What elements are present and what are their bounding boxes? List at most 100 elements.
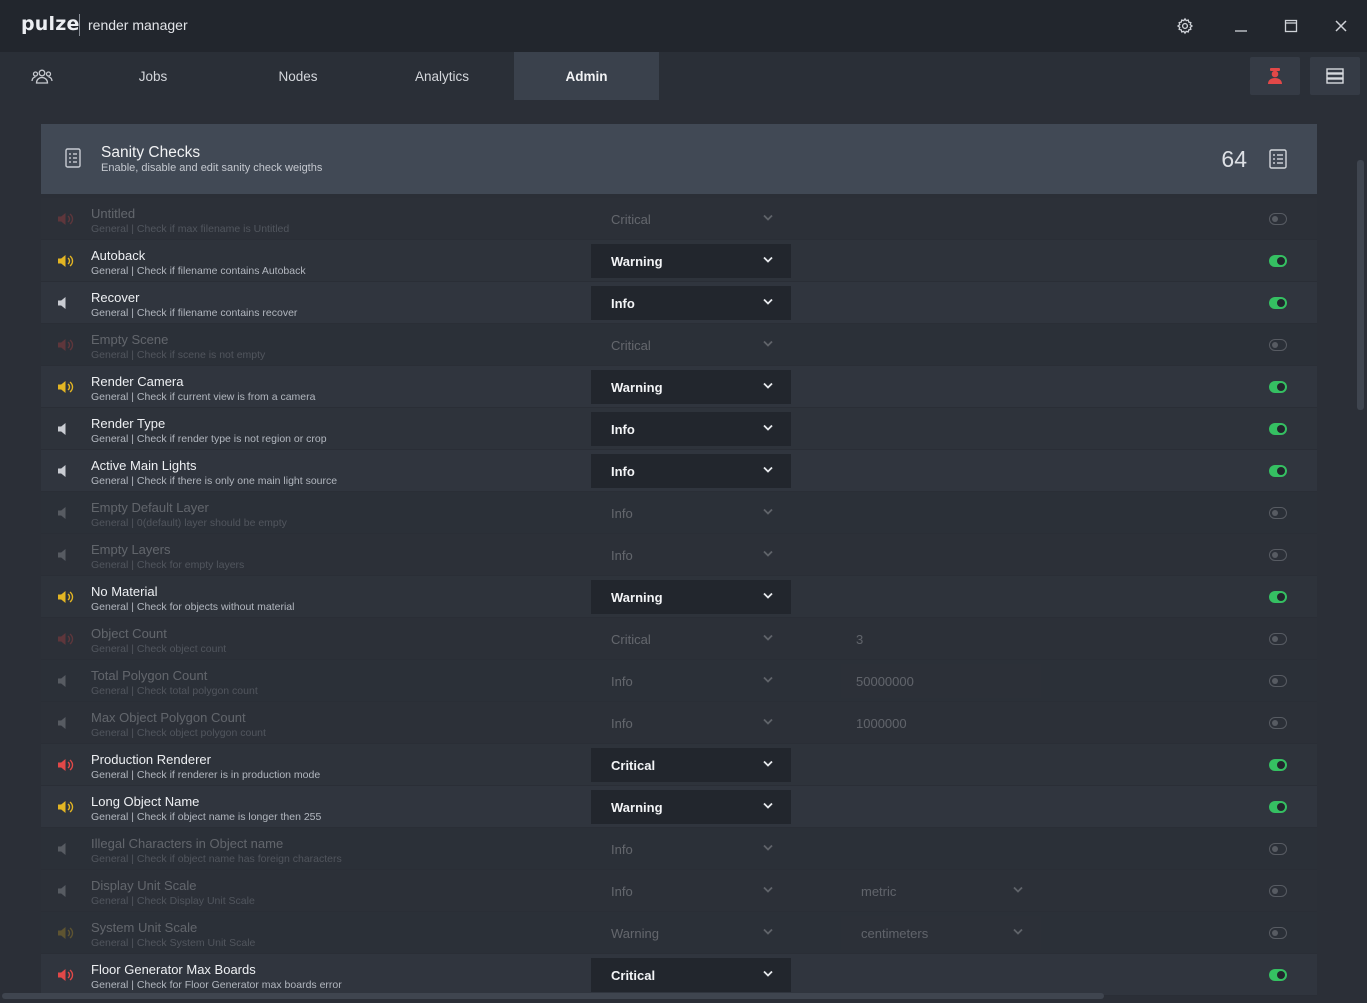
- enable-toggle[interactable]: [1269, 759, 1287, 771]
- user-profile-button[interactable]: [1250, 57, 1300, 95]
- page-title: Sanity Checks: [101, 144, 201, 161]
- speaker-icon: [58, 843, 66, 855]
- enable-toggle[interactable]: [1269, 297, 1287, 309]
- check-description: General | Check for Floor Generator max …: [91, 979, 342, 991]
- users-nav-button[interactable]: [28, 64, 56, 88]
- vertical-scrollbar[interactable]: [1357, 160, 1364, 410]
- sanity-check-row: Total Polygon Count General | Check total…: [41, 660, 1317, 702]
- severity-select[interactable]: Info: [591, 454, 791, 488]
- severity-select[interactable]: Critical: [591, 958, 791, 992]
- enable-toggle[interactable]: [1269, 717, 1287, 729]
- severity-select[interactable]: Info: [591, 538, 791, 572]
- threshold-input[interactable]: 1000000: [841, 706, 1041, 740]
- severity-select[interactable]: Info: [591, 496, 791, 530]
- severity-select[interactable]: Info: [591, 412, 791, 446]
- enable-toggle[interactable]: [1269, 843, 1287, 855]
- check-title: System Unit Scale: [91, 920, 198, 935]
- tab-nodes[interactable]: Nodes: [228, 52, 368, 100]
- tab-jobs[interactable]: Jobs: [83, 52, 223, 100]
- check-description: General | Check Display Unit Scale: [91, 895, 255, 907]
- severity-select[interactable]: Info: [591, 286, 791, 320]
- chevron-down-icon: [763, 886, 773, 893]
- minimize-button[interactable]: [1227, 12, 1255, 40]
- speaker-icon: [58, 885, 66, 897]
- enable-toggle[interactable]: [1269, 465, 1287, 477]
- check-description: General | Check if max filename is Untit…: [91, 223, 290, 235]
- threshold-input[interactable]: 50000000: [841, 664, 1041, 698]
- page-subtitle: Enable, disable and edit sanity check we…: [101, 162, 323, 174]
- severity-select[interactable]: Critical: [591, 328, 791, 362]
- enable-toggle[interactable]: [1269, 423, 1287, 435]
- severity-select[interactable]: Warning: [591, 790, 791, 824]
- chevron-down-icon: [763, 634, 773, 641]
- sanity-check-row: No Material General | Check for objects w…: [41, 576, 1317, 618]
- check-description: General | Check object polygon count: [91, 727, 266, 739]
- check-title: Empty Layers: [91, 542, 171, 557]
- sanity-check-row: System Unit Scale General | Check System …: [41, 912, 1317, 954]
- chevron-down-icon: [1013, 886, 1023, 893]
- unit-select[interactable]: centimeters: [841, 916, 1041, 950]
- severity-select[interactable]: Info: [591, 874, 791, 908]
- settings-button[interactable]: [1171, 12, 1199, 40]
- enable-toggle[interactable]: [1269, 885, 1287, 897]
- severity-select[interactable]: Info: [591, 706, 791, 740]
- enable-toggle[interactable]: [1269, 591, 1287, 603]
- speaker-icon: [58, 549, 66, 561]
- enable-toggle[interactable]: [1269, 675, 1287, 687]
- severity-select[interactable]: Critical: [591, 202, 791, 236]
- speaker-icon: [58, 465, 66, 477]
- unit-select[interactable]: metric: [841, 874, 1041, 908]
- enable-toggle[interactable]: [1269, 213, 1287, 225]
- enable-toggle[interactable]: [1269, 927, 1287, 939]
- chevron-down-icon: [763, 718, 773, 725]
- speaker-icon: [58, 717, 66, 729]
- enable-toggle[interactable]: [1269, 801, 1287, 813]
- check-description: General | Check if filename contains Aut…: [91, 265, 306, 277]
- sanity-check-row: Empty Default Layer General | 0(default) …: [41, 492, 1317, 534]
- check-title: Long Object Name: [91, 794, 200, 809]
- chevron-down-icon: [763, 802, 773, 809]
- severity-select[interactable]: Info: [591, 832, 791, 866]
- severity-select[interactable]: Critical: [591, 748, 791, 782]
- severity-select[interactable]: Info: [591, 664, 791, 698]
- server-button[interactable]: [1310, 57, 1360, 95]
- enable-toggle[interactable]: [1269, 633, 1287, 645]
- severity-select[interactable]: Critical: [591, 622, 791, 656]
- severity-value: Info: [611, 883, 633, 899]
- severity-select[interactable]: Warning: [591, 580, 791, 614]
- sanity-check-row: Production Renderer General | Check if re…: [41, 744, 1317, 786]
- speaker-icon: [58, 423, 66, 435]
- enable-toggle[interactable]: [1269, 339, 1287, 351]
- severity-value: Critical: [611, 211, 651, 227]
- enable-toggle[interactable]: [1269, 381, 1287, 393]
- enable-toggle[interactable]: [1269, 969, 1287, 981]
- severity-value: Critical: [611, 337, 651, 353]
- tab-admin[interactable]: Admin: [514, 52, 659, 100]
- severity-select[interactable]: Warning: [591, 244, 791, 278]
- list-icon[interactable]: [1269, 149, 1287, 169]
- speaker-icon: [58, 969, 74, 981]
- maximize-button[interactable]: [1277, 12, 1305, 40]
- horizontal-scrollbar[interactable]: [2, 993, 1104, 999]
- severity-select[interactable]: Warning: [591, 370, 791, 404]
- severity-value: Critical: [611, 631, 651, 647]
- enable-toggle[interactable]: [1269, 549, 1287, 561]
- severity-value: Warning: [611, 925, 659, 941]
- speaker-icon: [58, 213, 74, 225]
- minimize-icon: [1235, 30, 1247, 32]
- check-description: General | Check total polygon count: [91, 685, 258, 697]
- tab-analytics[interactable]: Analytics: [372, 52, 512, 100]
- speaker-icon: [58, 297, 66, 309]
- enable-toggle[interactable]: [1269, 507, 1287, 519]
- enable-toggle[interactable]: [1269, 255, 1287, 267]
- checks-count: 64: [1221, 146, 1247, 172]
- speaker-icon: [58, 339, 74, 351]
- check-title: Active Main Lights: [91, 458, 197, 473]
- close-button[interactable]: [1327, 12, 1355, 40]
- chevron-down-icon: [763, 214, 773, 221]
- chevron-down-icon: [763, 340, 773, 347]
- severity-select[interactable]: Warning: [591, 916, 791, 950]
- severity-value: Warning: [611, 253, 663, 269]
- severity-value: Info: [611, 841, 633, 857]
- threshold-input[interactable]: 3: [841, 622, 1041, 656]
